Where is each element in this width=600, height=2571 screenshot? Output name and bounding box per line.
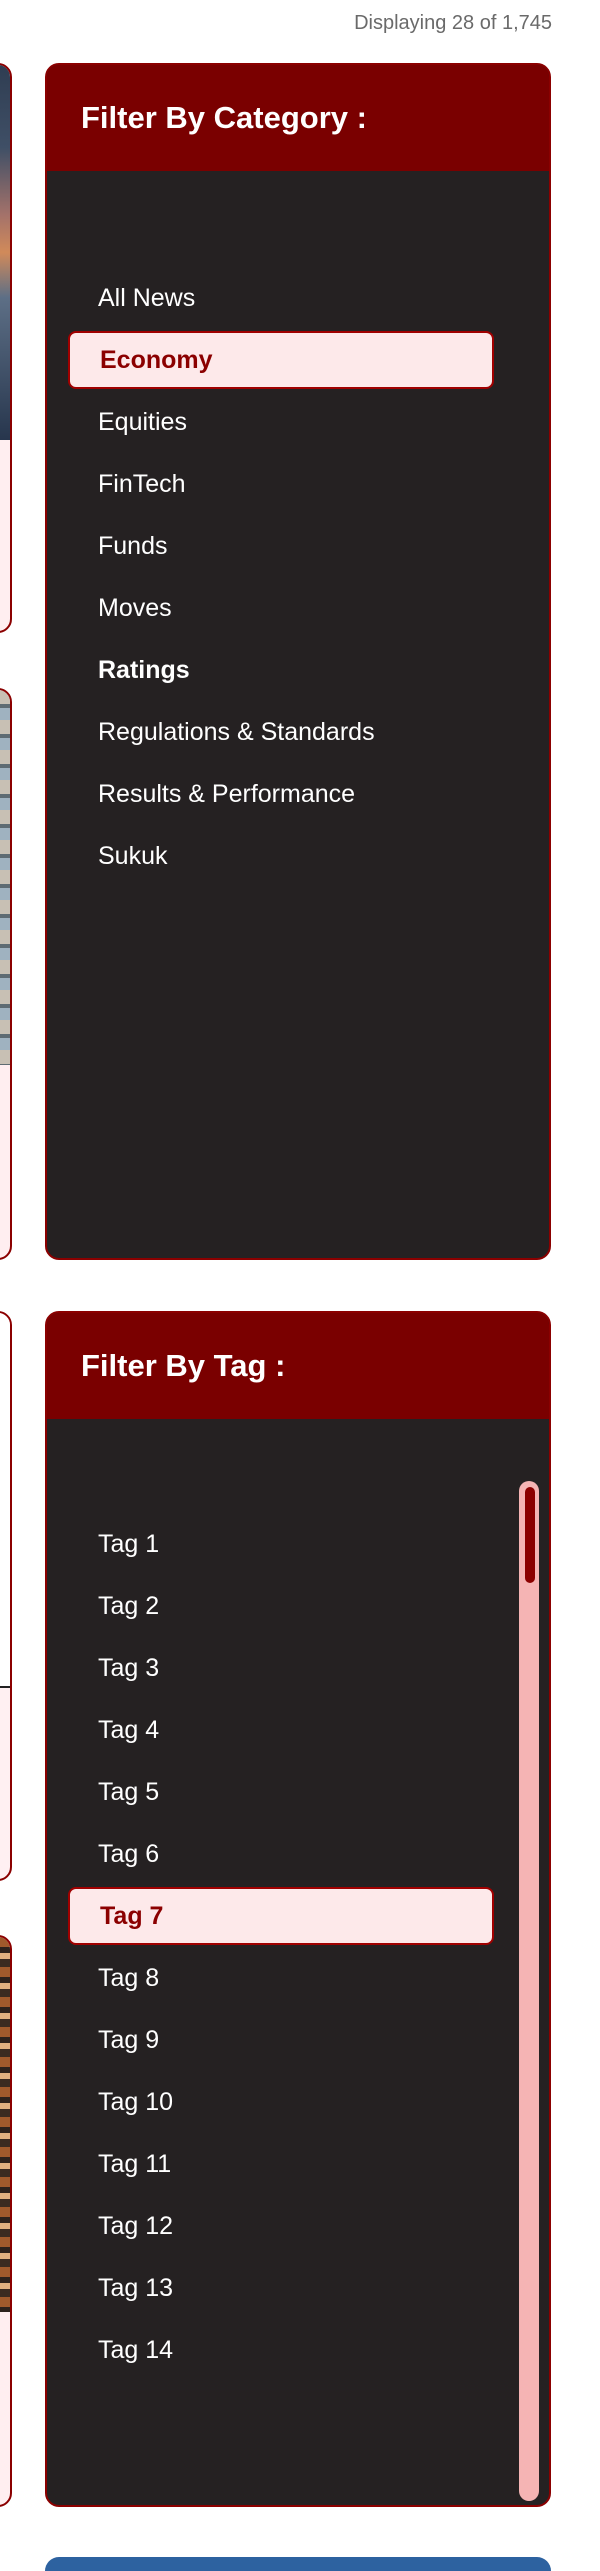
tag-list-scrollbar-thumb[interactable] [525, 1487, 535, 1583]
category-item-sukuk[interactable]: Sukuk [68, 827, 494, 885]
article-image-3[interactable] [0, 1313, 10, 1688]
category-item-fintech[interactable]: FinTech [68, 455, 494, 513]
article-card-3[interactable] [0, 1311, 12, 1881]
category-item-results[interactable]: Results & Performance [68, 765, 494, 823]
tag-item-11[interactable]: Tag 11 [68, 2135, 494, 2193]
article-image-4[interactable] [0, 1937, 10, 2312]
tag-item-8[interactable]: Tag 8 [68, 1949, 494, 2007]
next-panel-header [45, 2557, 551, 2571]
category-item-equities[interactable]: Equities [68, 393, 494, 451]
tag-item-2[interactable]: Tag 2 [68, 1577, 494, 1635]
category-filter-panel: Filter By Category : All News Economy Eq… [45, 63, 551, 1260]
tag-item-14[interactable]: Tag 14 [68, 2321, 494, 2379]
tag-item-12[interactable]: Tag 12 [68, 2197, 494, 2255]
article-card-1[interactable] [0, 63, 12, 633]
tag-item-6[interactable]: Tag 6 [68, 1825, 494, 1883]
category-item-ratings[interactable]: Ratings [68, 641, 494, 699]
category-item-moves[interactable]: Moves [68, 579, 494, 637]
category-item-economy[interactable]: Economy [68, 331, 494, 389]
category-item-all-news[interactable]: All News [68, 269, 494, 327]
tag-item-13[interactable]: Tag 13 [68, 2259, 494, 2317]
tag-item-1[interactable]: Tag 1 [68, 1515, 494, 1573]
tag-filter-panel: Filter By Tag : Tag 1 Tag 2 Tag 3 Tag 4 … [45, 1311, 551, 2507]
tag-list-scrollbar-track[interactable] [519, 1481, 539, 2501]
article-image-2[interactable] [0, 690, 10, 1065]
category-item-regulations[interactable]: Regulations & Standards [68, 703, 494, 761]
tag-item-3[interactable]: Tag 3 [68, 1639, 494, 1697]
tag-item-5[interactable]: Tag 5 [68, 1763, 494, 1821]
tag-item-10[interactable]: Tag 10 [68, 2073, 494, 2131]
tag-item-7[interactable]: Tag 7 [68, 1887, 494, 1945]
category-filter-title: Filter By Category : [47, 65, 549, 171]
article-image-1[interactable] [0, 65, 10, 440]
tag-item-4[interactable]: Tag 4 [68, 1701, 494, 1759]
category-item-funds[interactable]: Funds [68, 517, 494, 575]
tag-filter-title: Filter By Tag : [47, 1313, 549, 1419]
results-count: Displaying 28 of 1,745 [354, 12, 552, 34]
article-card-2[interactable] [0, 688, 12, 1260]
tag-item-9[interactable]: Tag 9 [68, 2011, 494, 2069]
article-card-4[interactable] [0, 1935, 12, 2507]
